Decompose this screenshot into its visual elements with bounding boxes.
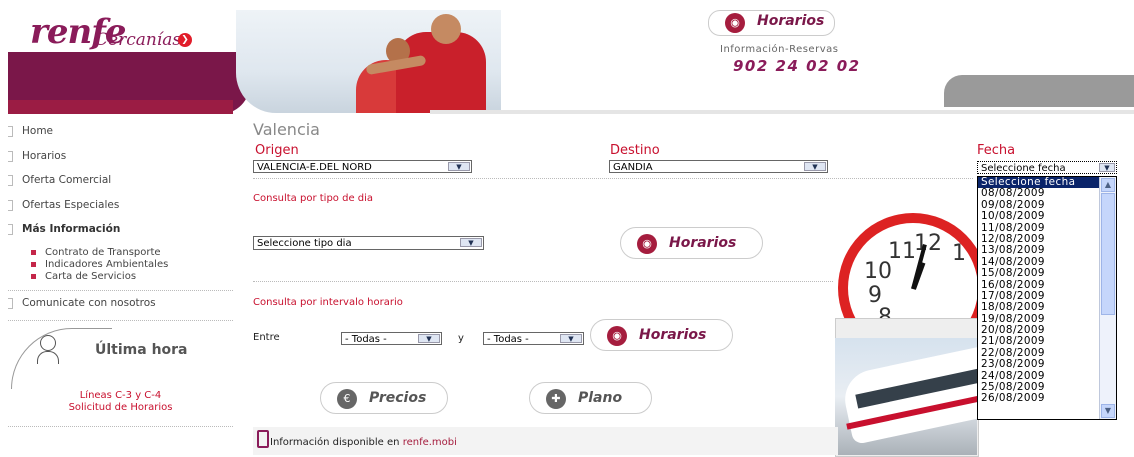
divider (253, 281, 833, 282)
header-red-strip (8, 100, 233, 114)
subnav-label: Contrato de Transporte (45, 246, 161, 258)
precios-label: Precios (369, 390, 427, 406)
subnav-label: Indicadores Ambientales (45, 258, 169, 270)
train-icon: ◉ (637, 234, 657, 254)
horarios-header-label: Horarios (757, 13, 825, 29)
dropdown-scrollbar[interactable]: ▲ ▼ (1099, 177, 1116, 419)
nav-separator (8, 290, 233, 291)
info-reservas-label: Información-Reservas (720, 44, 839, 55)
chevron-down-icon: ▼ (448, 162, 470, 171)
date-option[interactable]: 26/08/2009 (978, 393, 1116, 405)
euro-icon: € (337, 389, 357, 409)
header-photo (236, 10, 501, 113)
cercanias-label: Cercanías (95, 30, 182, 50)
horarios-header-button[interactable]: ◉ Horarios (708, 10, 835, 36)
solicitud-link[interactable]: Solicitud de Horarios (8, 402, 233, 414)
nav-item-ofertas-especiales[interactable]: Ofertas Especiales (8, 194, 233, 219)
mobi-text: Información disponible en (270, 437, 400, 448)
clock-number: 10 (864, 259, 892, 284)
subnav-label: Carta de Servicios (45, 270, 137, 282)
chevron-down-icon: ▼ (804, 162, 826, 171)
nav-separator (8, 426, 233, 427)
date-option[interactable]: 10/08/2009 (978, 210, 1116, 222)
subnav-item-indicadores[interactable]: Indicadores Ambientales (8, 259, 233, 271)
nav-item-oferta-comercial[interactable]: Oferta Comercial (8, 169, 233, 194)
train-icon: ◉ (607, 326, 627, 346)
ultima-hora-links[interactable]: Líneas C-3 y C-4 Solicitud de Horarios (8, 390, 233, 414)
nav-separator (8, 320, 233, 321)
date-option[interactable]: 15/08/2009 (978, 267, 1116, 279)
chevron-down-icon: ▼ (560, 334, 582, 343)
nav-item-mas-informacion[interactable]: Más Información (8, 218, 233, 243)
chevron-up-icon[interactable]: ▲ (1101, 178, 1115, 192)
map-icon: ✚ (546, 389, 566, 409)
tipo-dia-select[interactable]: Seleccione tipo dia ▼ (253, 236, 484, 250)
scrollbar-thumb[interactable] (1101, 193, 1115, 315)
person-icon (40, 335, 56, 351)
grey-tab (944, 75, 1134, 107)
hora-hasta-value: - Todas - (487, 334, 529, 345)
header-divider (430, 110, 1134, 114)
city-title: Valencia (253, 120, 320, 139)
fecha-dropdown-list[interactable]: Seleccione fecha 08/08/2009 09/08/2009 10/0… (977, 176, 1117, 420)
horarios-intervalo-button[interactable]: ◉ Horarios (590, 319, 733, 351)
fecha-select[interactable]: Seleccione fecha ▼ (977, 161, 1117, 174)
plano-label: Plano (578, 390, 623, 406)
nav-item-comunicate[interactable]: Comunicate con nosotros (8, 292, 232, 317)
hora-desde-value: - Todas - (345, 334, 387, 345)
chevron-down-icon: ▼ (418, 334, 440, 343)
intervalo-title: Consulta por intervalo horario (253, 297, 403, 308)
subnav-item-carta[interactable]: Carta de Servicios (8, 271, 233, 283)
horarios-intervalo-label: Horarios (639, 327, 707, 343)
train-image (835, 338, 977, 455)
y-label: y (458, 333, 464, 344)
horarios-button-label: Horarios (669, 235, 737, 251)
chevron-down-icon[interactable]: ▼ (1101, 404, 1115, 418)
destino-select[interactable]: GANDIA ▼ (609, 160, 828, 173)
clock-number: 1 (952, 241, 966, 266)
left-nav: Home Horarios Oferta Comercial Ofertas E… (8, 120, 233, 283)
origen-select[interactable]: VALENCIA-E.DEL NORD ▼ (253, 160, 472, 173)
entre-label: Entre (253, 332, 280, 343)
divider (253, 178, 973, 179)
mobile-phone-icon (257, 430, 269, 448)
hora-desde-select[interactable]: - Todas - ▼ (341, 332, 442, 345)
precios-button[interactable]: € Precios (320, 382, 448, 414)
origen-value: VALENCIA-E.DEL NORD (257, 162, 372, 173)
plano-button[interactable]: ✚ Plano (529, 382, 652, 414)
tipo-dia-title: Consulta por tipo de dia (253, 193, 374, 204)
fecha-value: Seleccione fecha (981, 163, 1066, 174)
mobi-info: Información disponible en renfe.mobi (270, 437, 457, 448)
nav-item-horarios[interactable]: Horarios (8, 145, 233, 170)
clock-number: 11 (888, 239, 916, 264)
renfe-mobi-link[interactable]: renfe.mobi (403, 437, 457, 448)
subnav-item-contrato[interactable]: Contrato de Transporte (8, 247, 233, 259)
nav-item-home[interactable]: Home (8, 120, 233, 145)
date-option[interactable]: 23/08/2009 (978, 358, 1116, 370)
renfe-circle-icon: ❯ (178, 33, 192, 47)
chevron-down-icon: ▼ (1099, 163, 1115, 172)
phone-number: 902 24 02 02 (733, 57, 861, 75)
ultima-hora-title: Última hora (95, 342, 188, 358)
person-body-icon (37, 351, 59, 364)
tipo-dia-value: Seleccione tipo dia (257, 238, 352, 249)
hora-hasta-select[interactable]: - Todas - ▼ (483, 332, 584, 345)
chevron-down-icon: ▼ (460, 238, 482, 247)
train-icon: ◉ (725, 13, 745, 33)
destino-value: GANDIA (613, 162, 653, 173)
ultima-hora-arc (11, 328, 112, 389)
lineas-link[interactable]: Líneas C-3 y C-4 (8, 390, 233, 402)
fecha-label: Fecha (977, 143, 1016, 158)
horarios-button[interactable]: ◉ Horarios (620, 227, 763, 259)
clock-number: 12 (914, 231, 942, 256)
date-option[interactable]: 18/08/2009 (978, 301, 1116, 313)
destino-label: Destino (610, 143, 660, 158)
origen-label: Origen (255, 143, 299, 158)
